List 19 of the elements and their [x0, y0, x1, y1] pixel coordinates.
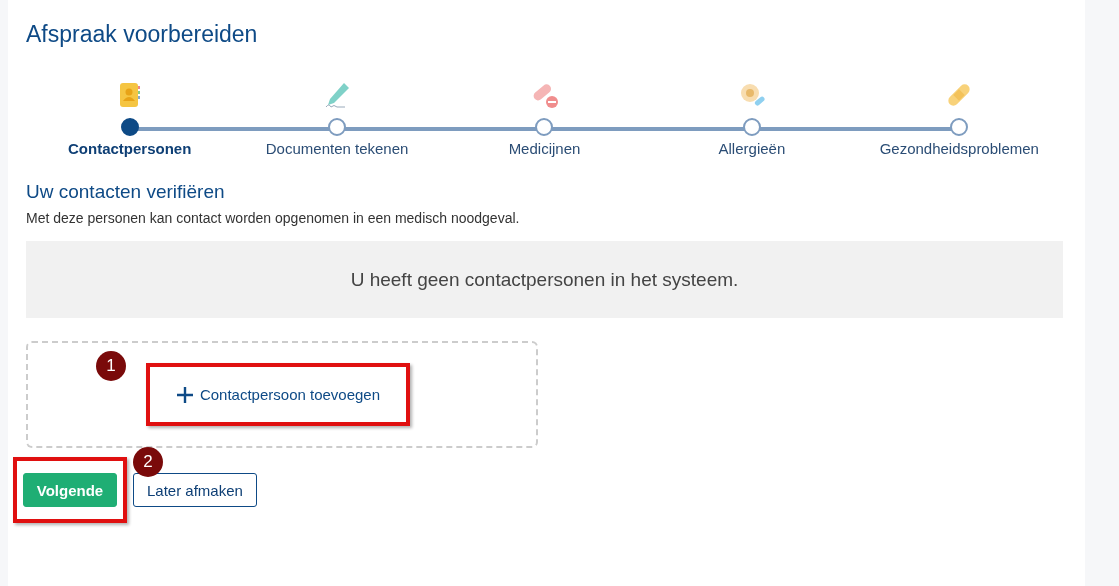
section-description: Met deze personen kan contact worden opgenomen in een medisch noodgeval. — [26, 210, 521, 226]
step-label[interactable]: Contactpersonen — [68, 140, 192, 157]
plus-icon — [175, 385, 194, 404]
step-dot[interactable] — [742, 118, 761, 136]
step-label[interactable]: Gezondheidsproblemen — [879, 140, 1039, 157]
section-heading: Uw contacten verifiëren — [26, 180, 226, 204]
step-dot[interactable] — [950, 118, 969, 136]
page-title: Afspraak voorbereiden — [26, 20, 259, 48]
step-dot[interactable] — [120, 118, 139, 136]
finish-later-button[interactable]: Later afmaken — [133, 473, 257, 507]
step-label[interactable]: Allergieën — [718, 140, 786, 157]
empty-message: U heeft geen contactpersonen in het systeem. — [350, 268, 739, 291]
callout-number: 1 — [96, 351, 126, 381]
callout-number: 2 — [133, 447, 163, 477]
step-dot[interactable] — [328, 118, 347, 136]
step-label[interactable]: Medicijnen — [508, 140, 581, 157]
add-contact-button[interactable]: Contactpersoon toevoegen — [171, 381, 385, 408]
step-dot[interactable] — [535, 118, 554, 136]
step-label[interactable]: Documenten tekenen — [265, 140, 409, 157]
